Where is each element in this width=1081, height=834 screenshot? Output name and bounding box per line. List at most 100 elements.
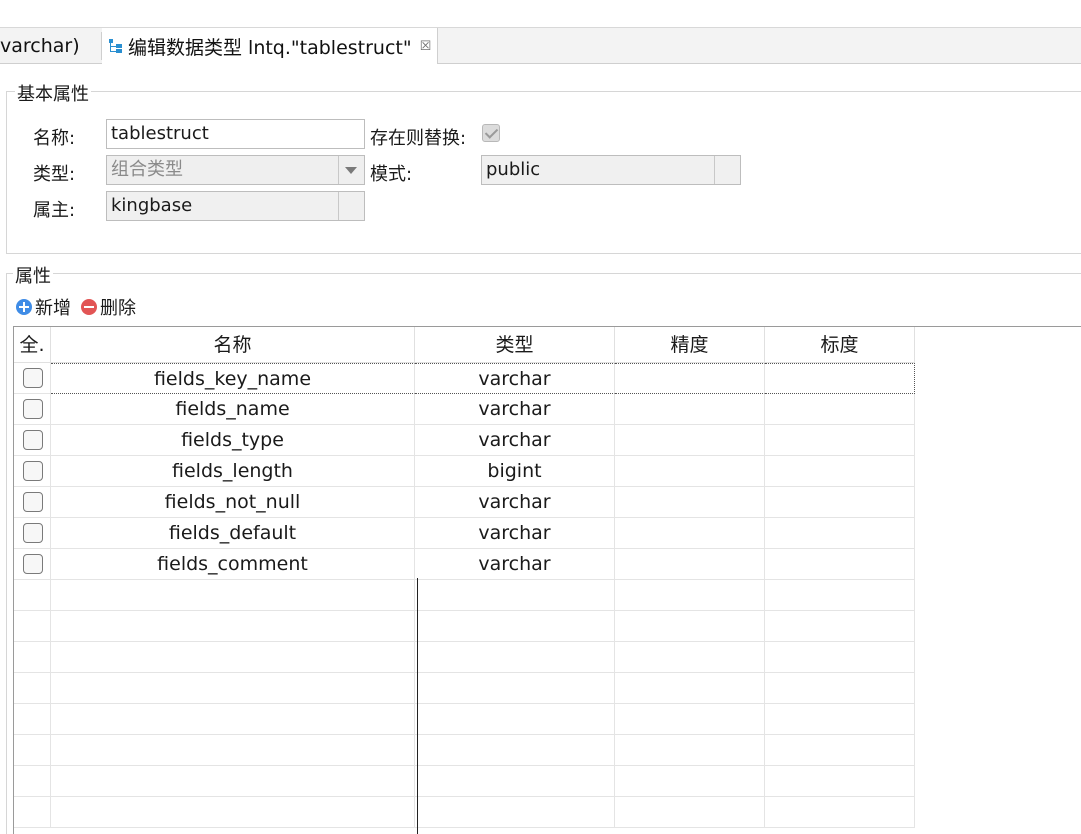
delete-label: 删除 <box>100 298 136 319</box>
precision-cell[interactable] <box>615 363 765 394</box>
column-header-select-all[interactable]: 全. <box>14 327 51 363</box>
schema-picker-button[interactable] <box>714 156 740 184</box>
name-cell[interactable]: fields_default <box>51 518 415 549</box>
table-header: 全. 名称 类型 精度 标度 <box>14 327 1081 363</box>
precision-cell[interactable] <box>615 394 765 425</box>
empty-cell <box>415 580 615 611</box>
table-row-empty <box>14 735 1081 766</box>
type-cell[interactable]: varchar <box>415 549 615 580</box>
type-cell[interactable]: varchar <box>415 394 615 425</box>
empty-cell <box>415 704 615 735</box>
type-cell[interactable]: varchar <box>415 518 615 549</box>
column-header-name[interactable]: 名称 <box>51 327 415 363</box>
scale-cell[interactable] <box>765 394 915 425</box>
basic-properties-title: 基本属性 <box>15 80 91 106</box>
chevron-down-icon <box>345 167 357 174</box>
select-cell <box>14 518 51 549</box>
attributes-table: 全. 名称 类型 精度 标度 fields_key_name varchar fie… <box>13 326 1081 834</box>
filler-cell <box>915 642 1081 673</box>
scale-cell[interactable] <box>765 425 915 456</box>
filler-cell <box>915 611 1081 642</box>
add-label: 新增 <box>35 298 71 319</box>
precision-cell[interactable] <box>615 487 765 518</box>
row-checkbox[interactable] <box>23 399 43 419</box>
empty-cell <box>51 642 415 673</box>
column-header-filler <box>915 327 1081 363</box>
name-cell[interactable]: fields_key_name <box>51 363 415 394</box>
select-cell <box>14 487 51 518</box>
row-checkbox[interactable] <box>23 492 43 512</box>
type-select[interactable]: 组合类型 <box>106 155 365 185</box>
owner-label: 属主: <box>33 200 76 221</box>
filler-cell <box>915 735 1081 766</box>
table-row[interactable]: fields_length bigint <box>14 456 1081 487</box>
name-input[interactable]: tablestruct <box>106 119 365 149</box>
close-icon[interactable]: ☒ <box>420 39 432 54</box>
column-header-precision[interactable]: 精度 <box>615 327 765 363</box>
name-cell[interactable]: fields_not_null <box>51 487 415 518</box>
empty-cell <box>415 642 615 673</box>
replace-if-exists-checkbox[interactable] <box>482 124 500 142</box>
empty-cell <box>615 642 765 673</box>
remove-circle-icon <box>81 299 97 315</box>
filler-cell <box>915 456 1081 487</box>
precision-cell[interactable] <box>615 518 765 549</box>
empty-cell <box>765 797 915 828</box>
owner-picker-button[interactable] <box>338 192 364 220</box>
filler-cell <box>915 704 1081 735</box>
scale-cell[interactable] <box>765 487 915 518</box>
select-cell <box>14 797 51 828</box>
row-checkbox[interactable] <box>23 368 43 388</box>
name-cell[interactable]: fields_length <box>51 456 415 487</box>
tab-previous[interactable]: varchar) <box>0 28 100 64</box>
empty-cell <box>51 611 415 642</box>
type-cell[interactable]: varchar <box>415 487 615 518</box>
filler-cell <box>915 673 1081 704</box>
filler-cell <box>915 580 1081 611</box>
scale-cell[interactable] <box>765 549 915 580</box>
select-cell <box>14 642 51 673</box>
name-cell[interactable]: fields_comment <box>51 549 415 580</box>
attributes-toolbar: 新增 删除 <box>16 294 146 320</box>
add-attribute-button[interactable]: 新增 <box>16 294 71 320</box>
select-cell <box>14 363 51 394</box>
filler-cell <box>915 797 1081 828</box>
type-dropdown-button[interactable] <box>338 156 364 184</box>
table-row[interactable]: fields_comment varchar <box>14 549 1081 580</box>
table-row[interactable]: fields_type varchar <box>14 425 1081 456</box>
type-label: 类型: <box>33 164 76 185</box>
table-row-empty <box>14 673 1081 704</box>
schema-field[interactable]: public <box>481 155 741 185</box>
scale-cell[interactable] <box>765 518 915 549</box>
table-row[interactable]: fields_not_null varchar <box>14 487 1081 518</box>
empty-cell <box>765 580 915 611</box>
name-cell[interactable]: fields_name <box>51 394 415 425</box>
filler-cell <box>915 425 1081 456</box>
precision-cell[interactable] <box>615 456 765 487</box>
table-row-empty <box>14 704 1081 735</box>
precision-cell[interactable] <box>615 425 765 456</box>
scale-cell[interactable] <box>765 363 915 394</box>
table-body: fields_key_name varchar fields_name varchar… <box>14 363 1081 828</box>
delete-attribute-button[interactable]: 删除 <box>81 294 136 320</box>
scale-cell[interactable] <box>765 456 915 487</box>
filler-cell <box>915 518 1081 549</box>
select-cell <box>14 735 51 766</box>
name-cell[interactable]: fields_type <box>51 425 415 456</box>
empty-cell <box>615 766 765 797</box>
type-cell[interactable]: bigint <box>415 456 615 487</box>
type-cell[interactable]: varchar <box>415 425 615 456</box>
precision-cell[interactable] <box>615 549 765 580</box>
row-checkbox[interactable] <box>23 461 43 481</box>
row-checkbox[interactable] <box>23 430 43 450</box>
table-row[interactable]: fields_key_name varchar <box>14 363 1081 394</box>
row-checkbox[interactable] <box>23 554 43 574</box>
column-header-type[interactable]: 类型 <box>415 327 615 363</box>
table-row[interactable]: fields_default varchar <box>14 518 1081 549</box>
table-row[interactable]: fields_name varchar <box>14 394 1081 425</box>
tab-edit-datatype[interactable]: 编辑数据类型 lntq."tablestruct" ☒ <box>102 28 438 64</box>
type-cell[interactable]: varchar <box>415 363 615 394</box>
column-header-scale[interactable]: 标度 <box>765 327 915 363</box>
row-checkbox[interactable] <box>23 523 43 543</box>
owner-field[interactable]: kingbase <box>106 191 365 221</box>
